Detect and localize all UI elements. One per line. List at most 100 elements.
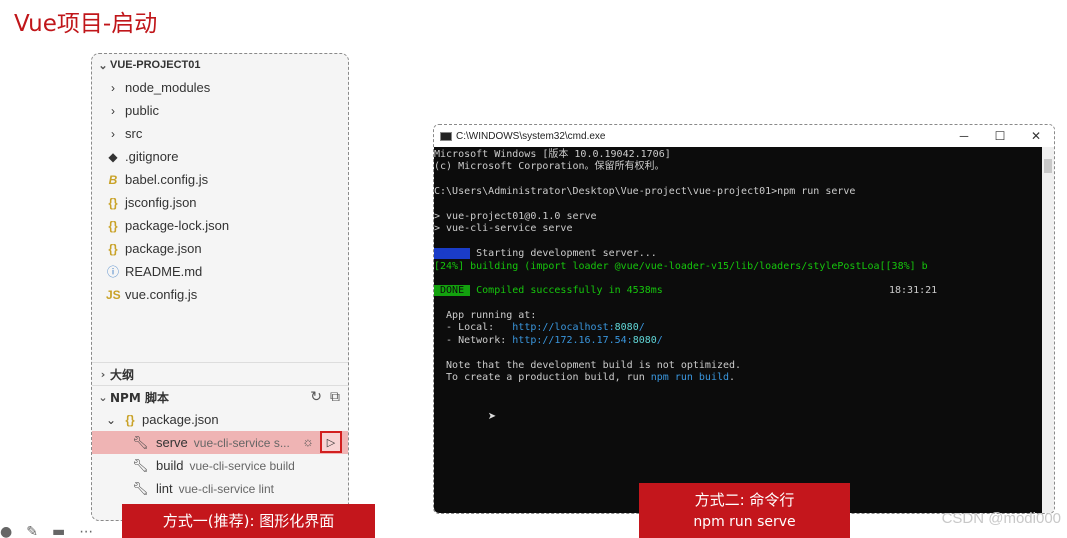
file-explorer-panel: ⌄ VUE-PROJECT01 › node_modules › public … xyxy=(91,53,349,521)
tree-file-babel-config[interactable]: B babel.config.js xyxy=(92,168,348,191)
console-line: Microsoft Windows [版本 10.0.19042.1706] xyxy=(434,149,671,160)
console-line: Note that the development build is not o… xyxy=(434,359,742,371)
maximize-icon[interactable]: ☐ xyxy=(982,129,1018,143)
tree-file-readme[interactable]: ⓘ README.md xyxy=(92,260,348,283)
chevron-down-icon: ⌄ xyxy=(105,412,117,427)
console-line: App running at: xyxy=(434,310,537,322)
console-line: (c) Microsoft Corporation。保留所有权利。 xyxy=(434,161,665,173)
cli-method-title: 方式二: 命令行 xyxy=(694,491,795,509)
minimize-icon[interactable]: ─ xyxy=(946,129,982,143)
cmd-titlebar: C:\WINDOWS\system32\cmd.exe ─ ☐ ✕ xyxy=(434,125,1054,147)
tree-folder-public[interactable]: › public xyxy=(92,99,348,122)
slide-title: Vue项目-启动 xyxy=(14,11,158,37)
npm-script-build[interactable]: 🔧︎ build vue-cli-service build xyxy=(92,454,348,477)
tree-file-jsconfig[interactable]: {} jsconfig.json xyxy=(92,191,348,214)
tree-item-label: babel.config.js xyxy=(125,172,209,187)
script-name: serve xyxy=(156,435,188,450)
npm-scripts-section-header[interactable]: ⌄ NPM 脚本 ↻ ⧉ xyxy=(92,385,348,408)
console-line: DONE Compiled successfully in 4538ms 18:3… xyxy=(434,285,1044,297)
console-text: / xyxy=(656,334,663,346)
refresh-icon[interactable]: ↻ xyxy=(310,389,322,405)
cmd-console-output[interactable]: Microsoft Windows [版本 10.0.19042.1706] (… xyxy=(434,147,1044,513)
tree-file-vue-config[interactable]: JS vue.config.js xyxy=(92,283,348,306)
console-blank xyxy=(434,273,1044,285)
tree-item-label: jsconfig.json xyxy=(125,195,197,210)
console-line: [24%] building (import loader @vue/vue-l… xyxy=(434,260,928,272)
console-line: - Local: http://localhost:8080/ xyxy=(434,322,1044,334)
script-command: vue-cli-service s... xyxy=(193,435,290,450)
local-url-link[interactable]: http://localhost: xyxy=(512,322,614,333)
local-url-port: 8080 xyxy=(614,322,639,334)
tree-item-label: node_modules xyxy=(125,80,211,95)
console-text: Compiled successfully in 4538ms xyxy=(470,285,663,297)
tree-item-label: vue.config.js xyxy=(125,287,198,302)
console-text: Starting development server... xyxy=(470,248,657,260)
git-icon: ◆ xyxy=(108,149,118,164)
network-url-link[interactable]: http://172.16.17.54: xyxy=(512,335,632,346)
npm-script-serve[interactable]: 🔧︎ serve vue-cli-service s... ☼ ▷ xyxy=(92,431,348,454)
babel-icon: B xyxy=(108,172,118,187)
explorer-empty-space xyxy=(92,306,348,362)
npm-script-lint[interactable]: 🔧︎ lint vue-cli-service lint xyxy=(92,477,348,500)
console-text: / xyxy=(638,322,645,334)
wrench-icon: 🔧︎ xyxy=(132,457,149,473)
collapse-all-icon[interactable]: ⧉ xyxy=(330,389,340,405)
watermark: CSDN @modi000 xyxy=(941,510,1061,527)
console-command-text: npm run build xyxy=(650,372,730,384)
console-text: - Local: xyxy=(434,322,513,334)
tree-file-package-json[interactable]: {} package.json xyxy=(92,237,348,260)
console-text: - Network: xyxy=(434,334,513,346)
gui-method-callout: 方式一(推荐): 图形化界面 xyxy=(122,504,375,538)
tree-folder-src[interactable]: › src xyxy=(92,122,348,145)
scroll-thumb[interactable] xyxy=(1044,159,1052,173)
more-icon[interactable]: ⋯ xyxy=(79,524,93,538)
script-name: lint xyxy=(156,481,173,496)
script-command: vue-cli-service lint xyxy=(178,481,274,496)
console-text: . xyxy=(729,372,736,384)
tree-folder-node-modules[interactable]: › node_modules xyxy=(92,76,348,99)
json-icon: {} xyxy=(108,241,118,256)
camera-icon[interactable]: ▬ xyxy=(52,524,65,538)
npm-package-json-node[interactable]: ⌄ {} package.json xyxy=(92,408,348,431)
console-blank xyxy=(434,199,1044,211)
js-icon: JS xyxy=(106,287,121,302)
console-blank xyxy=(434,174,1044,186)
console-timestamp: 18:31:21 xyxy=(889,285,938,297)
tree-item-label: package.json xyxy=(142,412,219,427)
tree-item-label: src xyxy=(125,126,143,141)
json-icon: {} xyxy=(108,195,118,210)
json-icon: {} xyxy=(108,218,118,233)
tree-file-package-lock[interactable]: {} package-lock.json xyxy=(92,214,348,237)
tree-item-label: public xyxy=(125,103,159,118)
tree-item-label: README.md xyxy=(125,264,203,279)
chevron-right-icon: › xyxy=(111,80,115,95)
console-blank xyxy=(434,236,1044,248)
close-icon[interactable]: ✕ xyxy=(1018,129,1054,143)
debug-icon[interactable]: ☼ xyxy=(302,434,314,449)
outline-section-header[interactable]: › 大纲 xyxy=(92,362,348,385)
record-icon[interactable]: ● xyxy=(0,524,12,538)
cmd-scrollbar[interactable] xyxy=(1042,147,1054,513)
wrench-icon: 🔧︎ xyxy=(132,480,149,496)
tree-item-label: .gitignore xyxy=(125,149,179,164)
cli-method-callout: 方式二: 命令行 npm run serve xyxy=(639,483,850,538)
outline-label: 大纲 xyxy=(110,367,135,382)
script-command: vue-cli-service build xyxy=(189,458,295,473)
console-line: WAIT Starting development server... xyxy=(434,248,1044,260)
console-line: > vue-cli-service serve xyxy=(434,223,573,235)
tree-file-gitignore[interactable]: ◆ .gitignore xyxy=(92,145,348,168)
chevron-right-icon: › xyxy=(111,103,115,118)
chevron-down-icon: ⌄ xyxy=(98,390,108,404)
run-script-button[interactable]: ▷ xyxy=(320,431,342,453)
pen-icon[interactable]: ✎ xyxy=(26,524,38,538)
console-blank xyxy=(434,298,1044,310)
console-text: To create a production build, run xyxy=(434,372,651,384)
chevron-right-icon: › xyxy=(100,367,106,381)
tree-item-label: package-lock.json xyxy=(125,218,230,233)
cmd-app-icon xyxy=(440,131,452,141)
info-icon: ⓘ xyxy=(106,265,119,279)
npm-scripts-label: NPM 脚本 xyxy=(110,390,169,405)
done-badge: DONE xyxy=(434,285,471,297)
explorer-root-header[interactable]: ⌄ VUE-PROJECT01 xyxy=(92,54,348,76)
bottom-toolbar: ● ✎ ▬ ⋯ xyxy=(0,524,93,538)
